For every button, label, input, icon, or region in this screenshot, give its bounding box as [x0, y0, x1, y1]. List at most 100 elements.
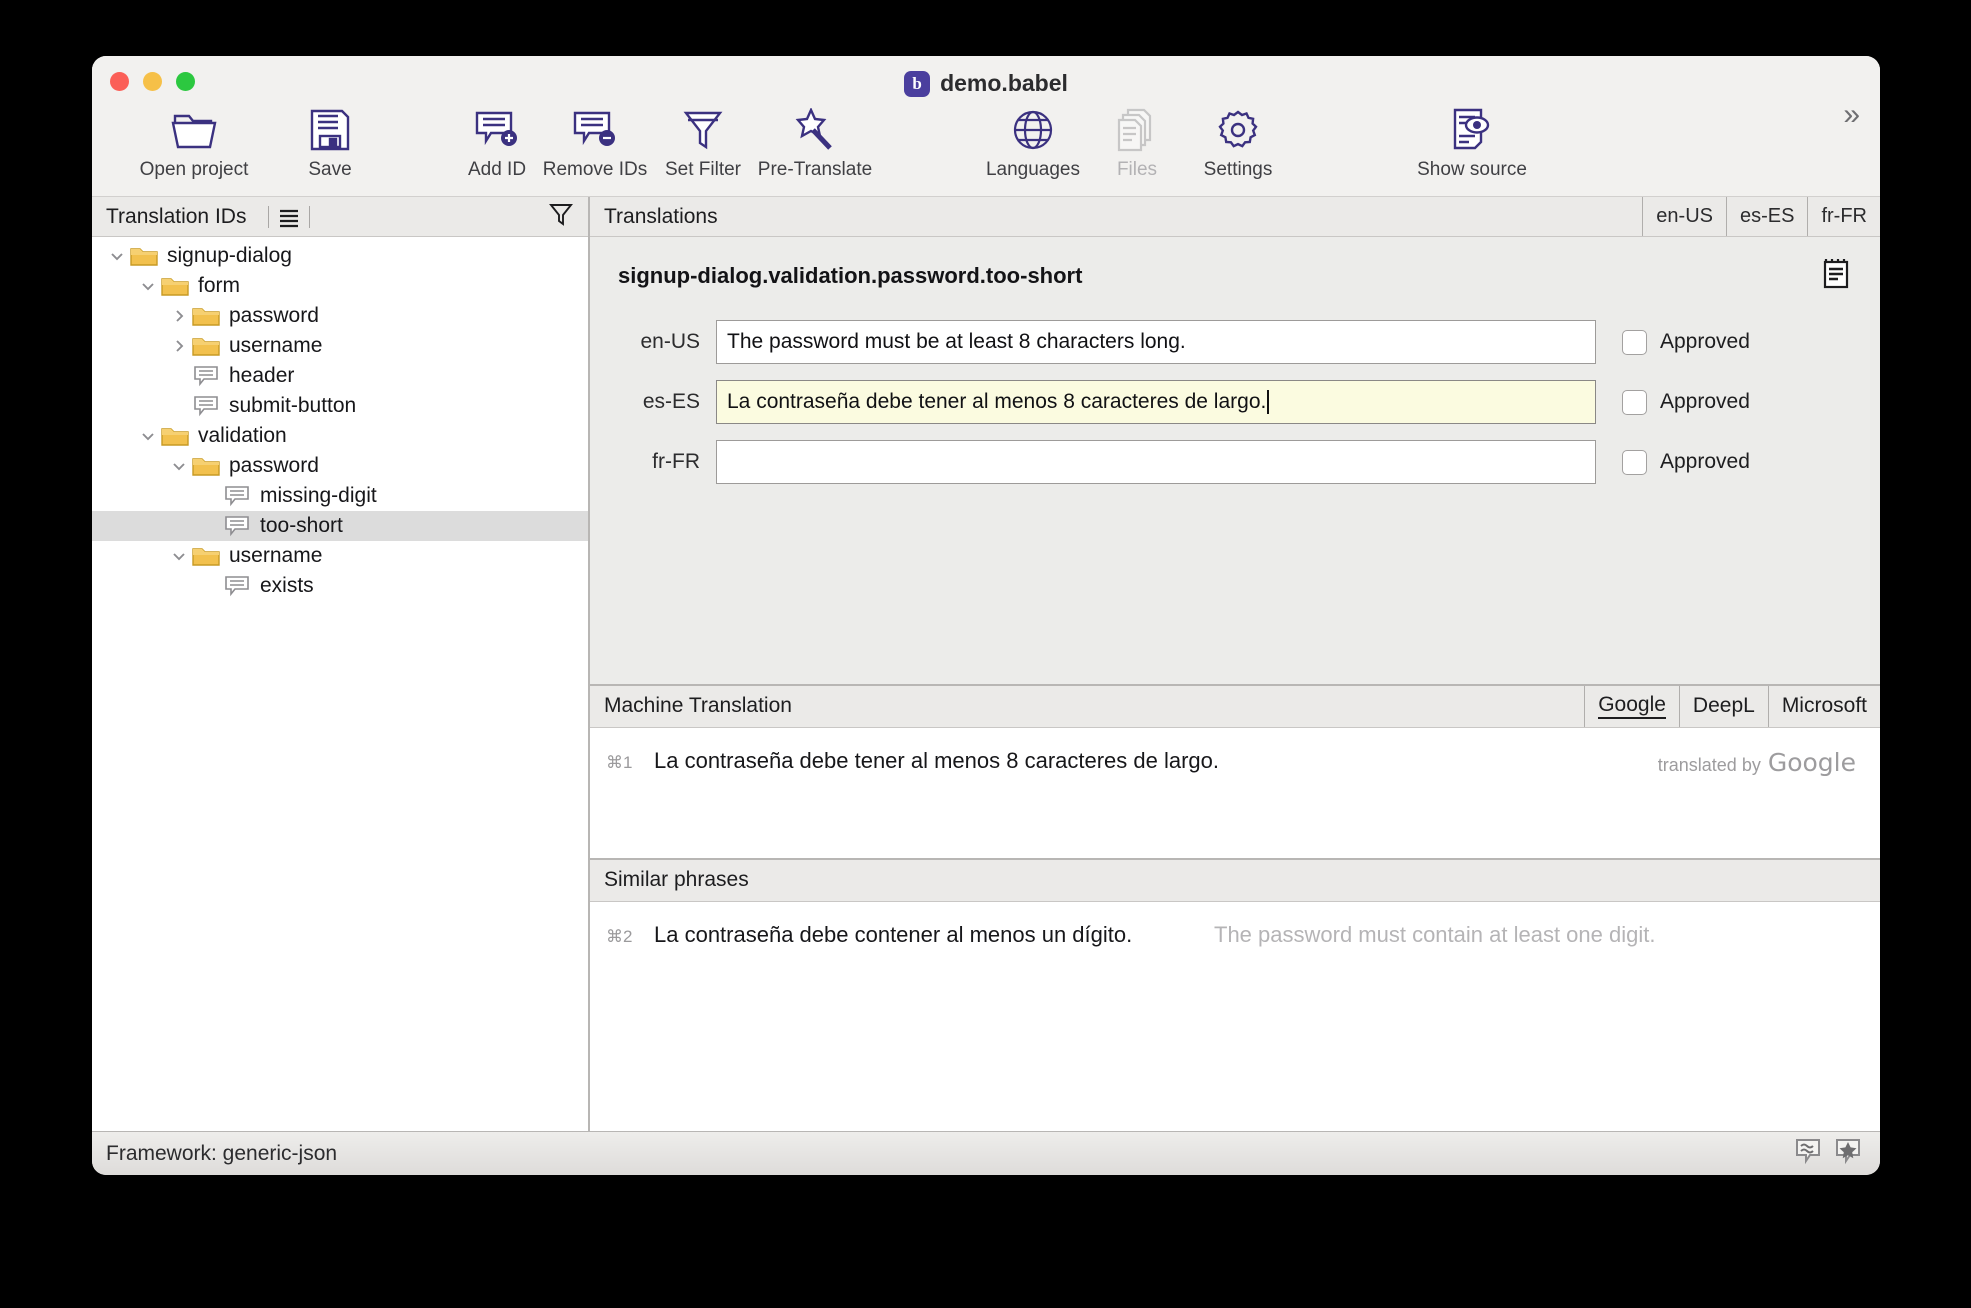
toolbar-label: Add ID [467, 159, 527, 180]
toolbar: b demo.babel Open project Save Add ID Re… [92, 56, 1880, 196]
tree-item-submit-button[interactable]: submit-button [92, 391, 588, 421]
speech-bubble-minus-icon [572, 104, 618, 156]
approved-checkbox[interactable] [1622, 389, 1647, 415]
twisty-right-icon[interactable] [166, 308, 192, 324]
speech-bubble-plus-icon [474, 104, 520, 156]
tree-item-password[interactable]: password [92, 301, 588, 331]
tree-item-label: form [198, 274, 240, 297]
approved-checkbox[interactable] [1622, 449, 1647, 475]
similar-phrases-body[interactable]: ⌘2 La contraseña debe contener al menos … [590, 901, 1880, 1131]
toolbar-save[interactable]: Save [270, 104, 390, 181]
tree-item-label: username [229, 334, 323, 357]
translation-input-fr-FR[interactable] [716, 440, 1596, 484]
folder-icon [192, 455, 220, 477]
tree-item-label: too-short [260, 514, 343, 537]
tree-item-label: missing-digit [260, 484, 377, 507]
language-tab-en-US[interactable]: en-US [1642, 197, 1726, 236]
twisty-down-icon[interactable] [135, 428, 161, 444]
app-window: b demo.babel Open project Save Add ID Re… [92, 56, 1880, 1175]
filter-icon[interactable] [548, 201, 574, 233]
tree-item-label: submit-button [229, 394, 357, 417]
tree-item-validation[interactable]: validation [92, 421, 588, 451]
magic-wand-icon [793, 104, 837, 156]
twisty-down-icon[interactable] [135, 278, 161, 294]
translation-row-lang: fr-FR [652, 450, 700, 473]
toolbar-label: Pre-Translate [757, 159, 873, 180]
sidebar-header: Translation IDs [92, 197, 588, 237]
approved-checkbox[interactable] [1622, 329, 1647, 355]
similar-phrases-icon[interactable] [1794, 1137, 1822, 1171]
right-column: Translations en-US es-ES fr-FR signup-dial… [590, 197, 1880, 1131]
documents-icon [1116, 104, 1158, 156]
approved-control-fr-FR[interactable]: Approved [1622, 449, 1750, 475]
toolbar-overflow-button[interactable]: » [1843, 100, 1860, 130]
translation-ids-tree[interactable]: signup-dialog form password username header s… [92, 237, 588, 1131]
translations-header: Translations en-US es-ES fr-FR [590, 197, 1880, 237]
list-lines-icon[interactable] [268, 205, 311, 228]
mt-attribution: translated by Google [1658, 748, 1856, 777]
translations-body: signup-dialog.validation.password.too-sh… [590, 237, 1880, 686]
mt-suggestion-text[interactable]: La contraseña debe tener al menos 8 cara… [654, 748, 1219, 774]
toolbar-show-source[interactable]: Show source [1412, 104, 1532, 181]
tree-item-username[interactable]: username [92, 331, 588, 361]
notepad-icon[interactable] [1822, 257, 1852, 294]
twisty-down-icon[interactable] [104, 248, 130, 264]
tree-item-form[interactable]: form [92, 271, 588, 301]
tree-item-header[interactable]: header [92, 361, 588, 391]
translation-key-row: signup-dialog.validation.password.too-sh… [618, 257, 1852, 294]
text-caret [1267, 390, 1269, 414]
tree-item-label: validation [198, 424, 287, 447]
toolbar-set-filter[interactable]: Set Filter [643, 104, 763, 181]
approved-control-en-US[interactable]: Approved [1622, 329, 1750, 355]
tree-item-password[interactable]: password [92, 451, 588, 481]
mt-provider-google[interactable]: Google [1584, 685, 1679, 727]
tree-item-label: password [229, 304, 319, 327]
favorite-star-icon[interactable] [1834, 1137, 1862, 1171]
app-icon: b [904, 70, 931, 97]
mt-shortcut: ⌘1 [606, 752, 633, 772]
tree-item-username[interactable]: username [92, 541, 588, 571]
toolbar-label: Open project [139, 159, 249, 180]
tree-item-missing-digit[interactable]: missing-digit [92, 481, 588, 511]
toolbar-open-project[interactable]: Open project [134, 104, 254, 181]
tree-item-signup-dialog[interactable]: signup-dialog [92, 241, 588, 271]
twisty-right-icon[interactable] [166, 338, 192, 354]
similar-phrase-english: The password must contain at least one d… [1214, 921, 1656, 947]
twisty-down-icon[interactable] [166, 548, 192, 564]
translation-input-es-ES[interactable]: La contraseña debe tener al menos 8 cara… [716, 380, 1596, 424]
language-tabs[interactable]: en-US es-ES fr-FR [1642, 197, 1880, 236]
toolbar-remove-ids[interactable]: Remove IDs [535, 104, 655, 181]
mt-provider-deepl[interactable]: DeepL [1678, 685, 1768, 727]
toolbar-settings[interactable]: Settings [1178, 104, 1298, 181]
twisty-down-icon[interactable] [166, 458, 192, 474]
translation-row-lang: es-ES [642, 390, 700, 413]
window-title: b demo.babel [92, 70, 1880, 97]
mt-provider-tabs[interactable]: Google DeepL Microsoft [1584, 685, 1880, 727]
toolbar-label: Save [308, 159, 352, 180]
similar-phrase-shortcut: ⌘2 [606, 926, 633, 946]
mt-attribution-prefix: translated by [1657, 754, 1761, 775]
mt-provider-microsoft[interactable]: Microsoft [1767, 685, 1880, 727]
tree-item-too-short[interactable]: too-short [92, 511, 588, 541]
globe-icon [1012, 104, 1054, 156]
machine-translation-body[interactable]: ⌘1 La contraseña debe tener al menos 8 c… [590, 727, 1880, 860]
toolbar-pre-translate[interactable]: Pre-Translate [755, 104, 875, 181]
language-tab-es-ES[interactable]: es-ES [1725, 197, 1807, 236]
translation-key: signup-dialog.validation.password.too-sh… [618, 262, 1083, 288]
translation-input-value: The password must be at least 8 characte… [727, 330, 1186, 353]
toolbar-label: Files [1116, 159, 1158, 180]
tree-item-label: signup-dialog [167, 244, 292, 267]
approved-label: Approved [1660, 390, 1750, 413]
tree-item-label: exists [260, 574, 314, 597]
machine-translation-header: Machine Translation Google DeepL Microsoft [590, 685, 1880, 728]
approved-control-es-ES[interactable]: Approved [1622, 389, 1750, 415]
similar-phrase-source[interactable]: La contraseña debe contener al menos un … [654, 922, 1214, 948]
translation-row-en-US: en-US The password must be at least 8 cha… [618, 320, 1852, 364]
string-bubble-icon [192, 395, 220, 417]
toolbar-languages[interactable]: Languages [973, 104, 1093, 181]
translation-input-en-US[interactable]: The password must be at least 8 characte… [716, 320, 1596, 364]
language-tab-fr-FR[interactable]: fr-FR [1807, 197, 1880, 236]
tree-item-exists[interactable]: exists [92, 571, 588, 601]
mt-provider-label: Microsoft [1781, 694, 1867, 717]
translation-row-es-ES: es-ES La contraseña debe tener al menos 8… [618, 380, 1852, 424]
